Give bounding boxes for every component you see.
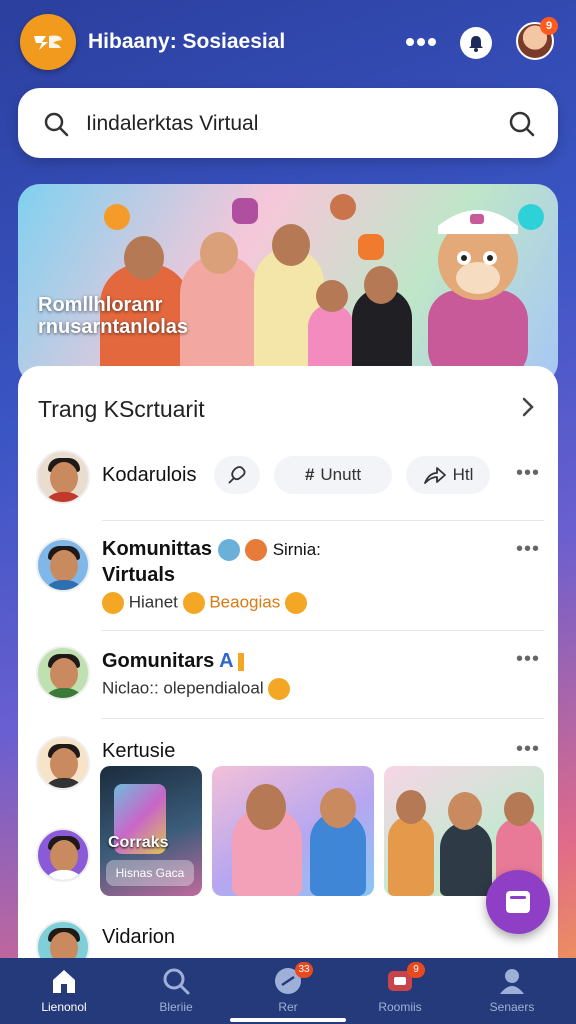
nav-label: Senaers — [489, 1000, 535, 1014]
nav-item-profile[interactable]: Senaers — [462, 966, 562, 1014]
divider — [102, 630, 544, 631]
nav-label: Rer — [278, 1000, 298, 1014]
more-options-icon[interactable]: ••• — [516, 738, 540, 761]
more-options-icon[interactable]: ••• — [516, 648, 540, 671]
thumbnail-label: Corraks — [108, 834, 169, 851]
pin-icon — [228, 466, 246, 484]
notification-badge: 9 — [540, 17, 558, 35]
item-name-line2: Virtuals — [102, 564, 175, 586]
emoji-icon — [268, 678, 291, 700]
divider — [102, 520, 544, 521]
nav-item-home[interactable]: Lienonol — [14, 966, 114, 1014]
emoji-icon — [182, 592, 205, 614]
item-subtitle: Niclao:: olependialoal — [102, 678, 291, 700]
section-title: Trang KScrtuarit — [38, 396, 205, 422]
person-head — [364, 266, 398, 304]
feed-panel: Trang KScrtuarit Kodarulois # Unutt Htl … — [18, 366, 558, 966]
search-input[interactable]: Iindalerktas Virtual — [86, 112, 258, 136]
share-button-label: Htl — [452, 465, 474, 484]
emoji-icon — [284, 592, 307, 614]
mushroom-icon — [330, 194, 356, 220]
nav-label: Roomiis — [378, 1000, 422, 1014]
person-head — [200, 232, 238, 274]
person-head — [124, 236, 164, 280]
nav-badge: 33 — [295, 962, 313, 978]
person-head — [272, 224, 310, 266]
hashtag-icon: # — [304, 465, 315, 484]
sticker-icon — [217, 538, 240, 561]
media-thumbnail[interactable] — [212, 766, 374, 896]
nav-item-rooms[interactable]: 9 Roomiis — [350, 962, 450, 1014]
thumbnail-chip: Hisnas Gaca — [106, 860, 194, 886]
home-icon — [53, 970, 75, 993]
nav-label: Bleriie — [159, 1000, 193, 1014]
emoji-icon — [102, 592, 124, 614]
item-name: Kertusie — [102, 740, 176, 762]
avatar[interactable] — [36, 538, 90, 592]
child-head — [316, 280, 348, 312]
sticker-icon — [232, 198, 258, 224]
hashtag-button[interactable]: # Unutt — [274, 456, 392, 494]
chevron-right-icon[interactable] — [520, 396, 536, 418]
sticker-icon — [358, 234, 384, 260]
search-bar[interactable]: Iindalerktas Virtual — [18, 88, 558, 158]
nav-item-chat[interactable]: 33 Rer — [238, 962, 338, 1014]
item-name: Kodarulois — [102, 464, 197, 486]
profile-icon — [500, 969, 524, 994]
bell-icon[interactable] — [460, 27, 492, 59]
more-options-icon[interactable]: ••• — [516, 538, 540, 561]
app-logo-icon[interactable] — [20, 14, 76, 70]
avatar[interactable] — [36, 646, 90, 700]
emoji-sticker-icon — [104, 204, 130, 230]
app-title: Hibaany: Sosiaesial — [88, 30, 286, 53]
search-icon — [163, 968, 190, 995]
featured-banner[interactable]: Romllhloranr rnusarntanlolas — [18, 184, 558, 384]
search-submit-icon[interactable] — [508, 110, 536, 138]
item-name: Komunittas Sirnia: — [102, 538, 321, 561]
bottom-nav: Lienonol Bleriie 33 Rer 9 Roomiis Senaer… — [0, 958, 576, 1024]
hashtag-button-label: Unutt — [320, 465, 362, 484]
avatar[interactable] — [36, 828, 90, 882]
menu-dots-icon[interactable] — [406, 38, 436, 48]
item-name: Gomunitars A — [102, 650, 245, 673]
item-name: Vidarion — [102, 926, 176, 948]
item-subtitle: Hianet Beaogias — [102, 592, 307, 614]
search-icon — [44, 112, 69, 137]
home-indicator — [230, 1018, 346, 1022]
top-bar: Hibaany: Sosiaesial 9 — [0, 0, 576, 86]
media-thumbnail[interactable]: Corraks Hisnas Gaca — [100, 766, 202, 896]
sticker-icon — [245, 538, 268, 561]
pin-button[interactable] — [214, 456, 260, 494]
avatar[interactable] — [36, 736, 90, 790]
share-button[interactable]: Htl — [406, 456, 490, 494]
compose-icon — [506, 891, 530, 913]
list-item[interactable]: Gomunitars A Niclao:: olependialoal ••• — [18, 642, 558, 716]
share-icon — [423, 467, 446, 484]
divider — [102, 718, 544, 719]
more-options-icon[interactable]: ••• — [516, 462, 540, 485]
list-item[interactable]: Kodarulois # Unutt Htl ••• — [18, 448, 558, 520]
mascot-character — [428, 210, 528, 380]
avatar[interactable] — [36, 450, 90, 504]
nav-label: Lienonol — [41, 1000, 87, 1014]
compose-button[interactable] — [486, 870, 550, 934]
nav-item-search[interactable]: Bleriie — [126, 966, 226, 1014]
banner-text: Romllhloranr rnusarntanlolas — [38, 294, 189, 338]
nav-badge: 9 — [407, 962, 425, 978]
list-item[interactable]: Komunittas Sirnia: Virtuals Hianet Beaog… — [18, 532, 558, 630]
